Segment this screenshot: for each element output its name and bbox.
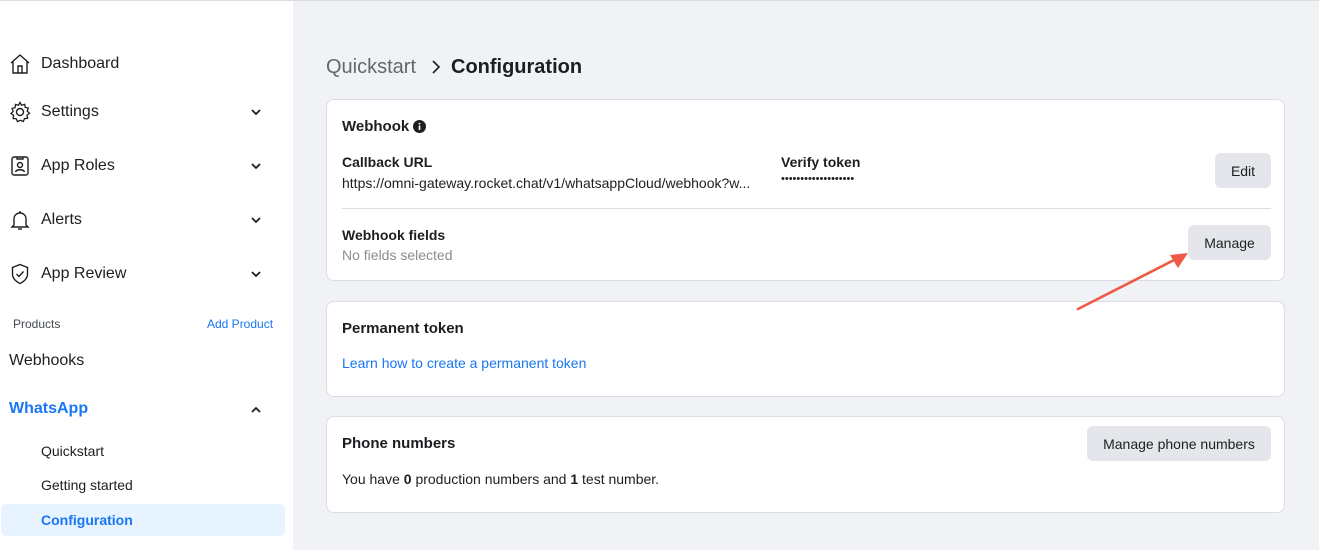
sidebar-item-alerts[interactable]: Alerts <box>0 202 293 238</box>
products-section-label: Products <box>13 317 61 331</box>
shield-check-icon <box>11 263 29 285</box>
sidebar-item-label: Settings <box>41 103 99 120</box>
production-count: 0 <box>403 471 412 487</box>
sidebar-item-webhooks[interactable]: Webhooks <box>9 352 84 370</box>
add-product-link[interactable]: Add Product <box>207 317 273 331</box>
phone-numbers-summary: You have 0 production numbers and 1 test… <box>342 471 660 487</box>
id-badge-icon <box>11 156 29 176</box>
chevron-right-icon <box>432 60 441 74</box>
permanent-token-link[interactable]: Learn how to create a permanent token <box>342 355 586 371</box>
info-icon[interactable] <box>413 120 426 133</box>
manage-phone-numbers-button[interactable]: Manage phone numbers <box>1087 426 1271 461</box>
manage-webhook-fields-button[interactable]: Manage <box>1188 225 1271 260</box>
sidebar-item-whatsapp[interactable]: WhatsApp <box>9 400 88 418</box>
page-title: Configuration <box>451 56 583 78</box>
sidebar-item-app-roles[interactable]: App Roles <box>0 148 293 184</box>
sidebar-item-app-review[interactable]: App Review <box>0 256 293 292</box>
phone-numbers-title: Phone numbers <box>342 435 456 452</box>
sidebar-item-label: App Review <box>41 265 127 282</box>
callback-url-value: https://omni-gateway.rocket.chat/v1/what… <box>342 175 751 191</box>
sidebar-subitem-label: Configuration <box>41 512 133 528</box>
verify-token-label: Verify token <box>781 154 861 170</box>
sidebar-subitem-quickstart[interactable]: Quickstart <box>41 443 104 459</box>
webhook-fields-value: No fields selected <box>342 247 453 263</box>
sidebar-subitem-getting-started[interactable]: Getting started <box>41 477 133 493</box>
sidebar-item-settings[interactable]: Settings <box>0 94 293 130</box>
sidebar-item-label: Dashboard <box>41 55 120 72</box>
webhook-fields-label: Webhook fields <box>342 227 446 243</box>
sidebar-subitem-configuration[interactable]: Configuration <box>1 504 285 536</box>
chevron-down-icon <box>251 217 261 224</box>
sidebar-item-label: App Roles <box>41 157 115 174</box>
chevron-down-icon <box>251 109 261 116</box>
webhook-title: Webhook <box>342 118 410 135</box>
breadcrumb-quickstart[interactable]: Quickstart <box>326 56 416 79</box>
verify-token-value: ••••••••••••••••••• <box>781 173 855 185</box>
phone-numbers-card: Phone numbers Manage phone numbers You h… <box>326 416 1285 513</box>
callback-url-label: Callback URL <box>342 154 433 170</box>
divider <box>342 208 1271 209</box>
test-count: 1 <box>570 471 579 487</box>
bell-icon <box>10 211 30 230</box>
gear-icon <box>10 101 31 123</box>
chevron-up-icon[interactable] <box>249 403 263 417</box>
sidebar: Dashboard Settings App Roles Alerts App … <box>0 1 293 550</box>
permanent-token-title: Permanent token <box>342 320 464 337</box>
annotation-arrow <box>1076 253 1188 311</box>
edit-button[interactable]: Edit <box>1215 153 1271 188</box>
home-icon <box>10 54 30 74</box>
sidebar-item-label: Alerts <box>41 211 82 228</box>
chevron-down-icon <box>251 271 261 278</box>
sidebar-item-dashboard[interactable]: Dashboard <box>0 46 293 82</box>
chevron-down-icon <box>251 163 261 170</box>
